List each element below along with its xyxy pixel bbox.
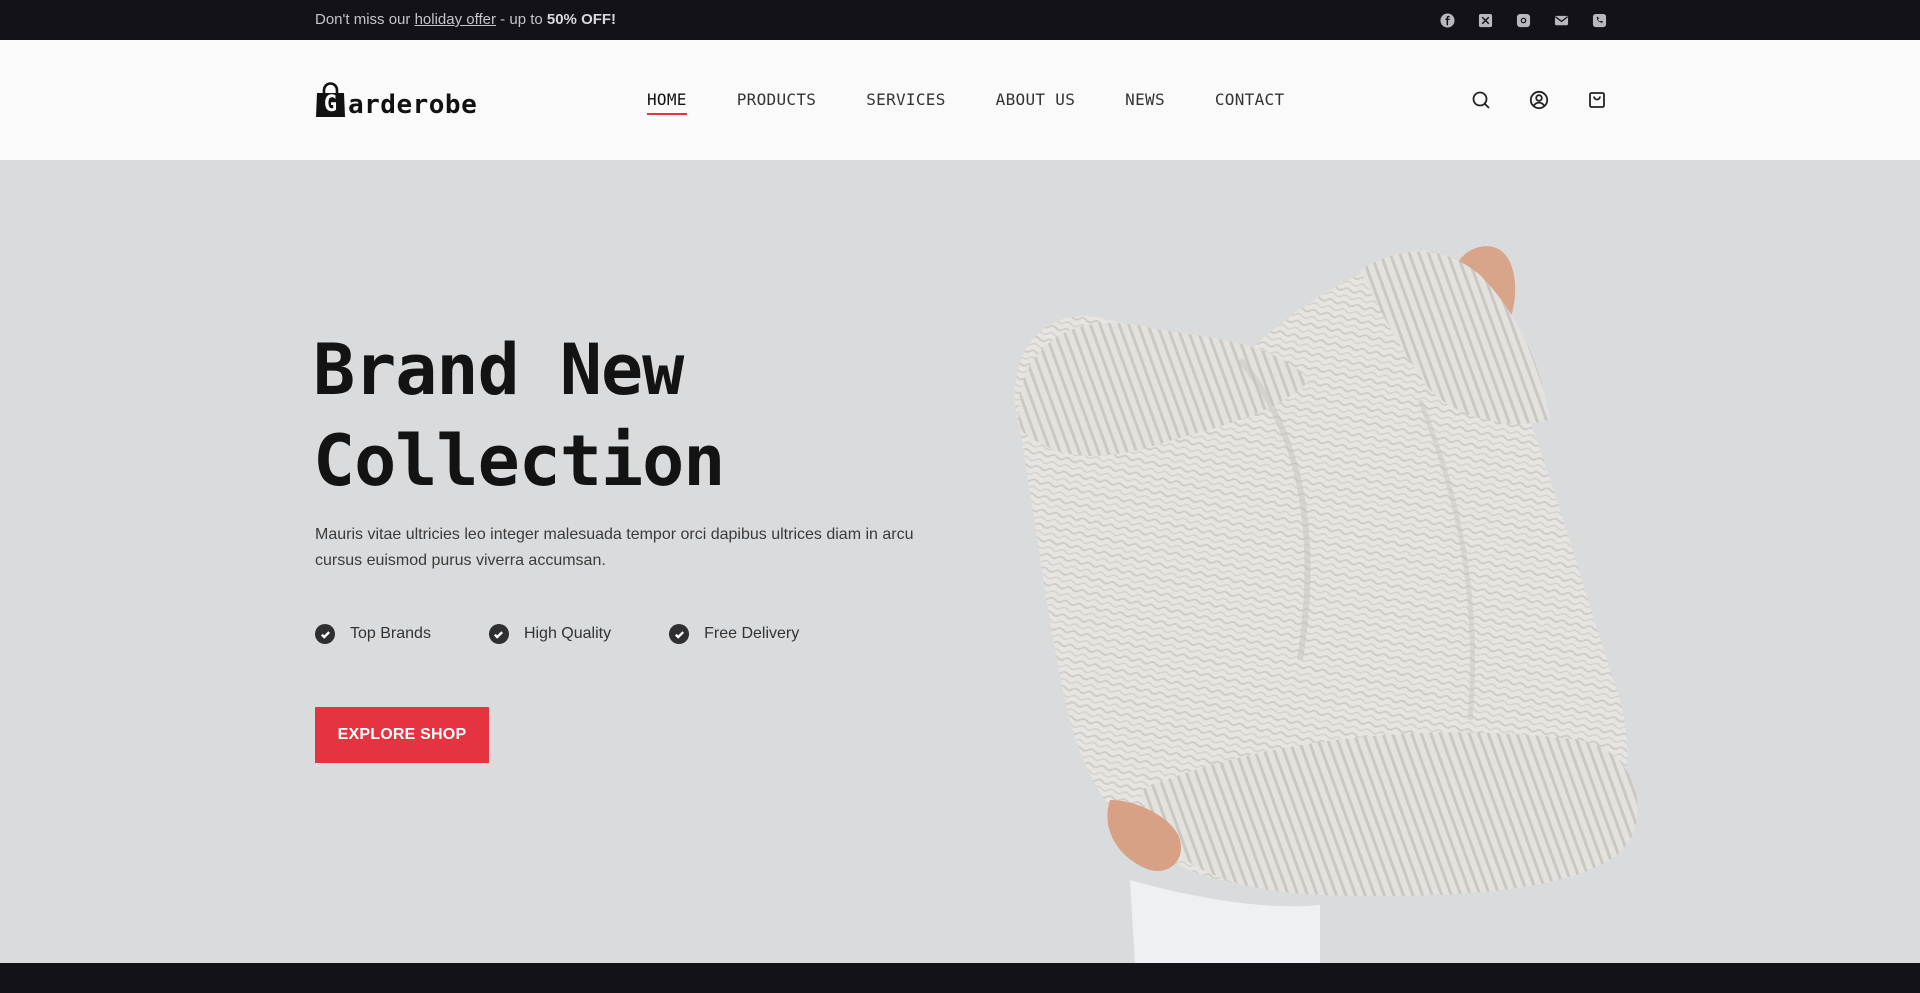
header-actions [1471,90,1607,110]
feature-label: High Quality [523,625,612,642]
facebook-icon[interactable] [1439,12,1455,28]
feature-list: Top Brands High Quality Free Delivery [315,624,857,644]
nav-home[interactable]: HOME [647,90,687,115]
mail-icon[interactable] [1553,12,1569,28]
top-bar: Don't miss our holiday offer - up to 50%… [0,0,1920,40]
explore-shop-button[interactable]: EXPLORE SHOP [315,707,489,763]
instagram-icon[interactable] [1515,12,1531,28]
logo-letter: G [323,92,338,117]
hero-headline: Brand New Collection [313,325,725,507]
check-circle-icon [315,624,335,644]
main-nav: HOME PRODUCTS SERVICES ABOUT US NEWS CON… [647,90,1334,115]
sweater-model-image [1014,246,1638,963]
promo-discount: 50% OFF! [546,11,617,28]
feature-label: Free Delivery [704,625,800,642]
logo[interactable]: G arderobe [315,82,477,118]
x-icon[interactable] [1477,12,1493,28]
hero-section: Brand New Collection Mauris vitae ultric… [0,160,1920,963]
nav-about-us[interactable]: ABOUT US [996,90,1075,115]
logo-wordmark: arderobe [348,90,478,120]
shopping-bag-logo-icon: G [315,82,346,118]
search-icon[interactable] [1471,90,1491,110]
phone-icon[interactable] [1591,12,1607,28]
holiday-offer-link[interactable]: holiday offer [415,11,496,28]
social-links [1439,12,1607,28]
feature-item: Top Brands [315,624,431,644]
footer-strip [0,963,1920,993]
headline-line-2: Collection [313,420,725,502]
nav-news[interactable]: NEWS [1125,90,1165,115]
nav-products[interactable]: PRODUCTS [737,90,816,115]
check-circle-icon [488,624,509,644]
feature-label: Top Brands [350,625,431,642]
promo-middle: - up to [496,11,547,28]
check-circle-icon [669,624,690,644]
promo-prefix: Don't miss our [315,11,415,28]
hero-description: Mauris vitae ultricies leo integer males… [315,526,914,569]
nav-contact[interactable]: CONTACT [1215,90,1285,115]
site-header: G arderobe HOME PRODUCTS SERVICES ABOUT … [0,40,1920,160]
feature-item: Free Delivery [669,624,799,644]
cart-icon[interactable] [1587,90,1607,110]
account-icon[interactable] [1529,90,1549,110]
feature-item: High Quality [488,624,612,644]
headline-line-1: Brand New [313,329,684,411]
nav-services[interactable]: SERVICES [866,90,945,115]
promo-text: Don't miss our holiday offer - up to 50%… [315,11,616,28]
